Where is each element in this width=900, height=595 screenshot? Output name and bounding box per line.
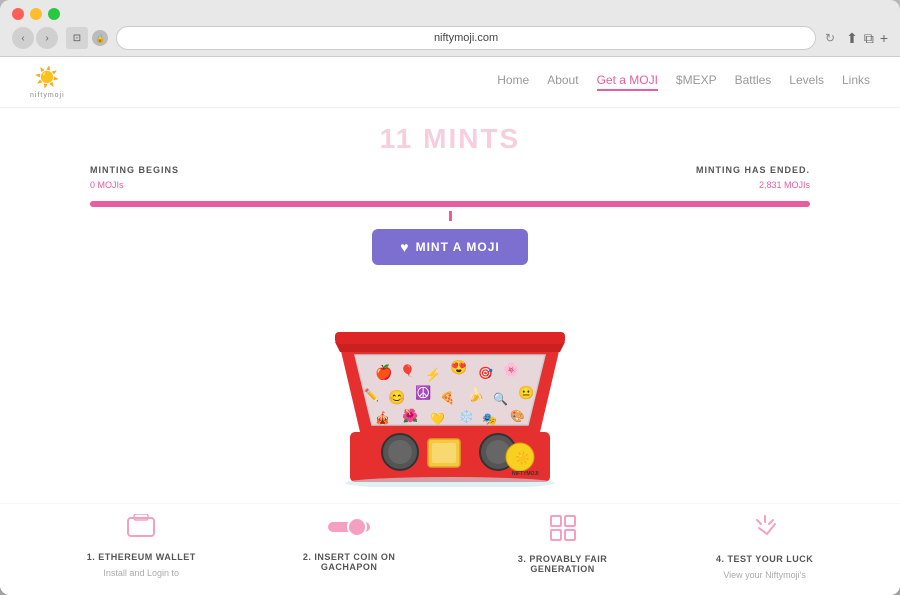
svg-text:🎭: 🎭 — [482, 412, 497, 426]
page-content: ☀️ niftymoji Home About Get a MOJI $MEXP… — [0, 57, 900, 595]
svg-text:🎈: 🎈 — [400, 363, 415, 378]
browser-window: ‹ › ⊡ 🔒 niftymoji.com ↻ ⬆ ⧉ + — [0, 0, 900, 595]
add-tab-button[interactable]: + — [880, 30, 888, 46]
svg-text:🌺: 🌺 — [402, 408, 418, 423]
svg-text:💛: 💛 — [430, 412, 445, 426]
step-4-desc: View your Niftymoji's — [723, 570, 806, 580]
nav-get-moji[interactable]: Get a MOJI — [597, 73, 658, 91]
logo-area: ☀️ niftymoji — [30, 65, 65, 99]
url-bar[interactable]: niftymoji.com — [116, 26, 816, 50]
svg-text:🎨: 🎨 — [510, 408, 525, 423]
maximize-button[interactable] — [48, 8, 60, 20]
site-nav: ☀️ niftymoji Home About Get a MOJI $MEXP… — [0, 57, 900, 108]
security-icon: 🔒 — [92, 30, 108, 46]
mint-heart-icon: ♥ — [400, 239, 409, 255]
svg-text:🍎: 🍎 — [375, 363, 392, 381]
logo-icon: ☀️ — [35, 65, 60, 90]
step-1: 1. ETHEREUM WALLET Install and Login to — [87, 514, 196, 580]
url-text: niftymoji.com — [434, 32, 498, 44]
nav-arrows: ‹ › — [12, 27, 58, 49]
new-tab-icon[interactable]: ⧉ — [864, 30, 874, 47]
url-bar-wrapper: niftymoji.com ↻ — [116, 26, 838, 50]
svg-text:NIFTYMOJI: NIFTYMOJI — [512, 471, 539, 477]
machine-area: 🍎 🎈 ⚡ 😍 🎯 🌸 ✏️ 😊 ☮️ 🍕 🍌 🔍 😐 🎪 🌺 💛 — [0, 275, 900, 503]
nav-row: ‹ › ⊡ 🔒 niftymoji.com ↻ ⬆ ⧉ + — [12, 26, 888, 50]
mint-button[interactable]: ♥ MINT A MOJI — [372, 229, 527, 265]
steps-area: 1. ETHEREUM WALLET Install and Login to … — [0, 503, 900, 595]
close-button[interactable] — [12, 8, 24, 20]
svg-text:✏️: ✏️ — [364, 387, 379, 402]
progress-area: MINTING BEGINS 0 MOJIs MINTING HAS ENDED… — [30, 165, 870, 193]
nav-mexp[interactable]: $MEXP — [676, 73, 717, 91]
step-2-icon — [327, 514, 371, 546]
nav-about[interactable]: About — [547, 73, 578, 91]
svg-text:🌸: 🌸 — [503, 362, 519, 377]
logo-text: niftymoji — [30, 92, 65, 99]
svg-text:🔍: 🔍 — [493, 391, 508, 406]
svg-text:😊: 😊 — [388, 389, 405, 405]
svg-text:🎯: 🎯 — [478, 366, 493, 380]
nav-battles[interactable]: Battles — [735, 73, 772, 91]
minting-ends-label: MINTING HAS ENDED. 2,831 MOJIs — [696, 165, 810, 193]
hero-title: 11 MINTS — [30, 123, 870, 155]
mint-button-label: MINT A MOJI — [416, 240, 500, 254]
step-4-icon — [751, 514, 779, 548]
svg-text:🍌: 🍌 — [468, 387, 484, 402]
nav-links[interactable]: Links — [842, 73, 870, 91]
back-button[interactable]: ‹ — [12, 27, 34, 49]
step-3-title: 3. PROVABLY FAIR GENERATION — [503, 554, 623, 574]
step-1-desc: Install and Login to — [103, 568, 179, 578]
step-1-icon — [126, 514, 156, 546]
step-2: 2. INSERT COIN ON GACHAPON — [289, 514, 409, 580]
step-2-title: 2. INSERT COIN ON GACHAPON — [289, 552, 409, 572]
forward-button[interactable]: › — [36, 27, 58, 49]
minimize-button[interactable] — [30, 8, 42, 20]
mint-button-area: ♥ MINT A MOJI — [0, 229, 900, 265]
step-1-title: 1. ETHEREUM WALLET — [87, 552, 196, 562]
browser-chrome: ‹ › ⊡ 🔒 niftymoji.com ↻ ⬆ ⧉ + — [0, 0, 900, 57]
svg-text:😐: 😐 — [518, 385, 534, 400]
svg-text:🍕: 🍕 — [440, 391, 455, 405]
hero-section: 11 MINTS MINTING BEGINS 0 MOJIs MINTING … — [0, 108, 900, 229]
nav-levels[interactable]: Levels — [789, 73, 824, 91]
svg-text:☀️: ☀️ — [515, 450, 530, 465]
step-3-icon — [549, 514, 577, 548]
nav-links: Home About Get a MOJI $MEXP Battles Leve… — [497, 73, 870, 91]
nav-home[interactable]: Home — [497, 73, 529, 91]
progress-bar-fill — [90, 201, 810, 207]
svg-text:🎪: 🎪 — [375, 411, 390, 425]
browser-icons-right: ⬆ ⧉ + — [846, 30, 888, 47]
svg-text:😍: 😍 — [450, 359, 467, 375]
minting-begins-label: MINTING BEGINS 0 MOJIs — [90, 165, 179, 193]
step-4: 4. TEST YOUR LUCK View your Niftymoji's — [716, 514, 813, 580]
reload-button[interactable]: ↻ — [822, 30, 838, 46]
reader-view-icon[interactable]: ⊡ — [66, 27, 88, 49]
gachapon-machine: 🍎 🎈 ⚡ 😍 🎯 🌸 ✏️ 😊 ☮️ 🍕 🍌 🔍 😐 🎪 🌺 💛 — [320, 287, 580, 487]
svg-text:⚡: ⚡ — [425, 367, 441, 383]
progress-bar-container — [90, 201, 810, 207]
step-4-title: 4. TEST YOUR LUCK — [716, 554, 813, 564]
progress-divider — [449, 211, 452, 221]
svg-text:☮️: ☮️ — [415, 385, 431, 400]
share-icon[interactable]: ⬆ — [846, 30, 858, 47]
svg-text:❄️: ❄️ — [458, 409, 474, 424]
traffic-lights — [12, 8, 888, 20]
browser-icons-left: ⊡ 🔒 — [66, 27, 108, 49]
step-3: 3. PROVABLY FAIR GENERATION — [503, 514, 623, 580]
